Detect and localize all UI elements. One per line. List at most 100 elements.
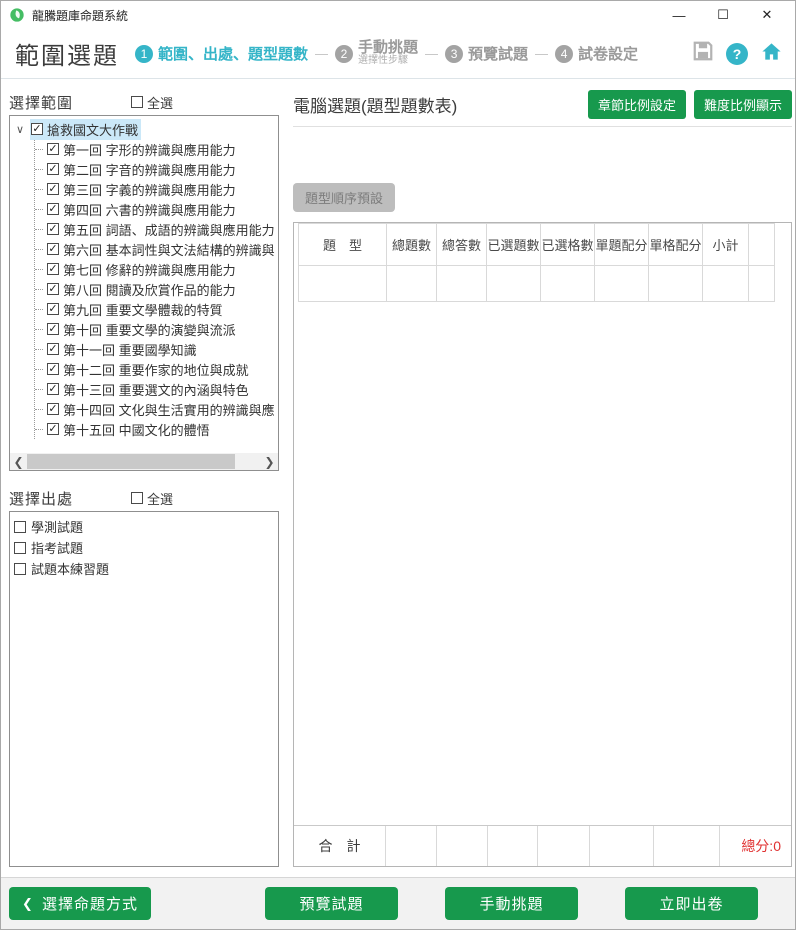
- tree-item[interactable]: 第十二回 重要作家的地位與成就: [35, 359, 278, 379]
- tree-item[interactable]: 第五回 詞語、成語的辨識與應用能力: [35, 219, 278, 239]
- tree-item[interactable]: 第十五回 中國文化的體悟: [35, 419, 278, 439]
- titlebar: 龍騰題庫命題系統 — ☐ ✕: [1, 1, 795, 29]
- table-empty-cell: [299, 266, 387, 302]
- step-3-label: 預覽試題: [468, 43, 528, 64]
- question-type-table-container: 題 型 總題數 總答數 已選題數 已選格數 單題配分 單格配分 小計: [293, 222, 792, 867]
- total-empty-cell: [386, 826, 437, 866]
- tree-item-checkbox[interactable]: [47, 263, 59, 275]
- tree-item-label: 第九回 重要文學體裁的特質: [63, 300, 223, 319]
- tree-root-checkbox[interactable]: [31, 123, 43, 135]
- source-item[interactable]: 指考試題: [14, 537, 274, 558]
- col-header-selected-questions: 已選題數: [487, 224, 541, 266]
- table-empty-cell: [749, 266, 775, 302]
- tree-item-checkbox[interactable]: [47, 303, 59, 315]
- tree-item[interactable]: 第十三回 重要選文的內涵與特色: [35, 379, 278, 399]
- scroll-left-icon[interactable]: ❮: [10, 453, 27, 470]
- source-select-all-checkbox[interactable]: [131, 492, 143, 504]
- preview-questions-button[interactable]: 預覽試題: [265, 887, 398, 920]
- tree-item[interactable]: 第二回 字音的辨識與應用能力: [35, 159, 278, 179]
- total-score-label: 總分:: [741, 836, 773, 856]
- close-button[interactable]: ✕: [745, 2, 789, 28]
- total-score-value: 0: [773, 838, 781, 854]
- horizontal-scrollbar[interactable]: ❮ ❯: [10, 453, 278, 470]
- tree-item-label: 第十三回 重要選文的內涵與特色: [63, 380, 249, 399]
- range-select-all-checkbox[interactable]: [131, 96, 143, 108]
- source-select-all-label: 全選: [147, 489, 173, 508]
- app-window: 龍騰題庫命題系統 — ☐ ✕ 範圍選題 1 範圍、出處、題型題數 — 2 手動挑…: [0, 0, 796, 930]
- step-1-number: 1: [135, 45, 153, 63]
- tree-item-checkbox[interactable]: [47, 243, 59, 255]
- tree-item-checkbox[interactable]: [47, 423, 59, 435]
- tree-item[interactable]: 第十四回 文化與生活實用的辨識與應: [35, 399, 278, 419]
- step-4[interactable]: 4 試卷設定: [555, 43, 638, 64]
- tree-item-label: 第二回 字音的辨識與應用能力: [63, 160, 236, 179]
- tree-item[interactable]: 第十回 重要文學的演變與流派: [35, 319, 278, 339]
- source-section-title: 選擇出處: [9, 488, 73, 509]
- help-icon[interactable]: ?: [726, 43, 748, 65]
- source-item-label: 學測試題: [31, 517, 83, 536]
- tree-item-checkbox[interactable]: [47, 403, 59, 415]
- source-item-checkbox[interactable]: [14, 521, 26, 533]
- generate-exam-button[interactable]: 立即出卷: [625, 887, 758, 920]
- back-to-mode-button[interactable]: ❮ 選擇命題方式: [9, 887, 151, 920]
- back-chevron-icon: ❮: [22, 896, 34, 912]
- tree-item-checkbox[interactable]: [47, 183, 59, 195]
- tree-item-checkbox[interactable]: [47, 323, 59, 335]
- bottom-action-bar: ❮ 選擇命題方式 預覽試題 手動挑題 立即出卷: [1, 877, 795, 929]
- tree-item[interactable]: 第七回 修辭的辨識與應用能力: [35, 259, 278, 279]
- tree-item-checkbox[interactable]: [47, 163, 59, 175]
- tree-item-checkbox[interactable]: [47, 343, 59, 355]
- save-icon[interactable]: [692, 40, 714, 67]
- tree-item-checkbox[interactable]: [47, 203, 59, 215]
- tree-item[interactable]: 第四回 六書的辨識與應用能力: [35, 199, 278, 219]
- source-section-header: 選擇出處 全選: [9, 485, 279, 511]
- tree-item[interactable]: 第十一回 重要國學知識: [35, 339, 278, 359]
- tree-item-checkbox[interactable]: [47, 143, 59, 155]
- tree-item[interactable]: 第三回 字義的辨識與應用能力: [35, 179, 278, 199]
- source-item-checkbox[interactable]: [14, 542, 26, 554]
- step-indicator: 1 範圍、出處、題型題數 — 2 手動挑題 選擇性步驟 — 3 預覽試題 — 4…: [135, 40, 692, 66]
- table-empty-cell: [541, 266, 595, 302]
- tree-root[interactable]: ∨ 搶救國文大作戰: [14, 119, 278, 139]
- table-empty-cell: [649, 266, 703, 302]
- source-select-all[interactable]: 全選: [131, 489, 173, 508]
- range-select-all[interactable]: 全選: [131, 93, 173, 112]
- tree-item-label: 第十回 重要文學的演變與流派: [63, 320, 236, 339]
- home-icon[interactable]: [760, 40, 783, 68]
- tree-item[interactable]: 第九回 重要文學體裁的特質: [35, 299, 278, 319]
- table-empty-cell: [387, 266, 437, 302]
- tree-item[interactable]: 第八回 閱讀及欣賞作品的能力: [35, 279, 278, 299]
- tree-item-checkbox[interactable]: [47, 283, 59, 295]
- manual-pick-button[interactable]: 手動挑題: [445, 887, 578, 920]
- tree-item-label: 第三回 字義的辨識與應用能力: [63, 180, 236, 199]
- scrollbar-thumb[interactable]: [27, 454, 235, 469]
- window-title: 龍騰題庫命題系統: [32, 7, 128, 24]
- difficulty-ratio-button[interactable]: 難度比例顯示: [694, 90, 792, 119]
- table-empty-cell: [487, 266, 541, 302]
- source-item[interactable]: 試題本練習題: [14, 558, 274, 579]
- step-2[interactable]: 2 手動挑題 選擇性步驟: [335, 40, 418, 66]
- scroll-right-icon[interactable]: ❯: [261, 453, 278, 470]
- step-separator: —: [535, 46, 548, 61]
- tree-children: 第一回 字形的辨識與應用能力 第二回 字音的辨識與應用能力 第三回 字義的辨識與…: [34, 139, 278, 439]
- question-order-preset-button[interactable]: 題型順序預設: [293, 183, 395, 212]
- total-empty-cell: [590, 826, 654, 866]
- tree-item-checkbox[interactable]: [47, 383, 59, 395]
- minimize-button[interactable]: —: [657, 2, 701, 28]
- source-item-checkbox[interactable]: [14, 563, 26, 575]
- maximize-button[interactable]: ☐: [701, 2, 745, 28]
- tree-item-checkbox[interactable]: [47, 223, 59, 235]
- tree-item[interactable]: 第六回 基本詞性與文法結構的辨識與: [35, 239, 278, 259]
- tree-item[interactable]: 第一回 字形的辨識與應用能力: [35, 139, 278, 159]
- question-type-table: 題 型 總題數 總答數 已選題數 已選格數 單題配分 單格配分 小計: [298, 223, 775, 302]
- chapter-ratio-button[interactable]: 章節比例設定: [588, 90, 686, 119]
- tree-item-checkbox[interactable]: [47, 363, 59, 375]
- tree-root-selected[interactable]: 搶救國文大作戰: [30, 119, 141, 140]
- tree-item-label: 第十五回 中國文化的體悟: [63, 420, 210, 439]
- step-1[interactable]: 1 範圍、出處、題型題數: [135, 43, 308, 64]
- expand-chevron-icon[interactable]: ∨: [14, 123, 26, 136]
- col-header-total-questions: 總題數: [387, 224, 437, 266]
- step-3[interactable]: 3 預覽試題: [445, 43, 528, 64]
- source-item[interactable]: 學測試題: [14, 516, 274, 537]
- panel-title: 電腦選題(題型題數表): [293, 92, 457, 117]
